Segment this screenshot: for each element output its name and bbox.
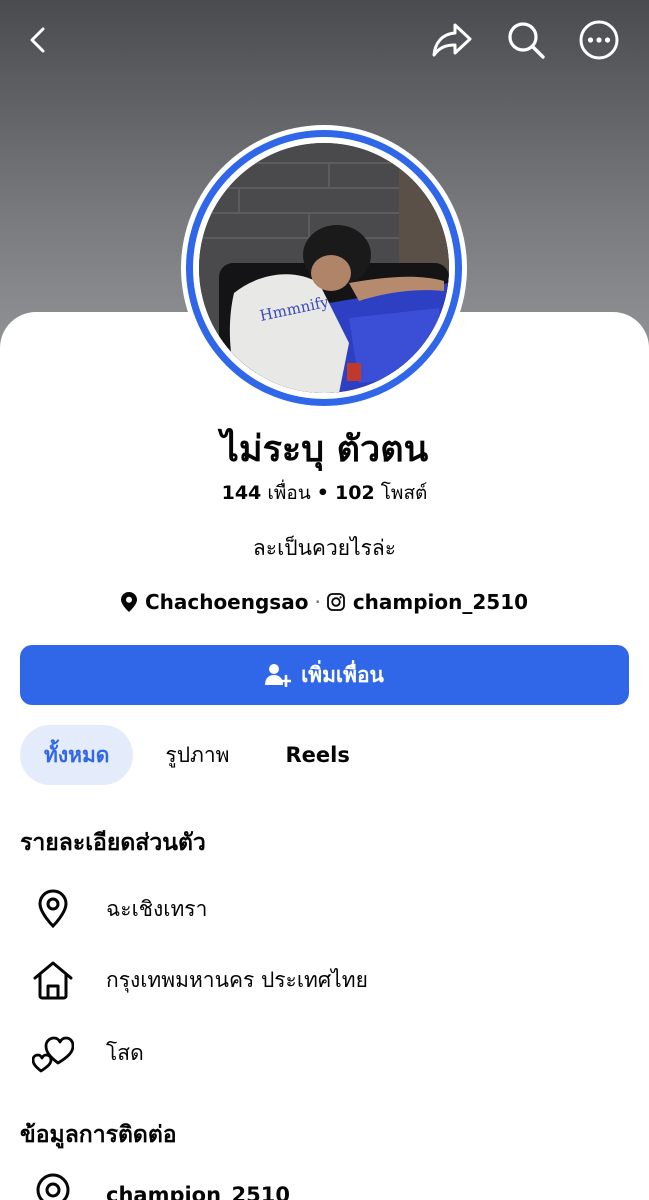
instagram-handle[interactable]: champion_2510 [353,590,528,614]
personal-details-title: รายละเอียดส่วนตัว [20,830,206,856]
avatar-photo: Hmmnify [199,143,449,393]
profile-meta: Chachoengsao · champion_2510 [0,590,649,614]
location-pin-icon [120,592,137,612]
profile-bio: ละเป็นควยไรล่ะ [252,536,397,560]
profile-picture[interactable]: Hmmnify [181,125,467,411]
meta-separator: · [314,590,321,614]
detail-row-relationship: โสด [30,1028,630,1078]
chevron-left-icon [30,27,45,53]
tab-all[interactable]: ทั้งหมด [20,725,134,785]
profile-name: ไม่ระบุ ตัวตน [220,429,429,470]
home-icon [33,961,73,1000]
location-pin-icon [38,889,68,929]
contact-info-title: ข้อมูลการติดต่อ [20,1122,177,1148]
back-button[interactable] [16,18,60,62]
share-button[interactable] [430,18,474,62]
more-horizontal-icon [579,20,619,60]
tab-reels[interactable]: Reels [262,725,374,785]
tab-photos[interactable]: รูปภาพ [141,725,253,785]
add-friend-label: เพิ่มเพื่อน [301,662,384,687]
more-button[interactable] [577,18,621,62]
contact-instagram-text[interactable]: champion_2510 [106,1183,290,1200]
detail-row-hometown: กรุงเทพมหานคร ประเทศไทย [30,955,630,1005]
story-ring: Hmmnify [186,130,462,406]
friends-count[interactable]: 144 [222,482,262,504]
search-button[interactable] [504,18,548,62]
search-icon [508,22,545,59]
posts-label: โพสต์ [380,482,428,504]
add-friend-button[interactable]: เพิ่มเพื่อน [20,645,629,705]
detail-location-text: ฉะเชิงเทรา [106,896,208,921]
detail-row-location: ฉะเชิงเทรา [30,884,630,934]
detail-relationship-text: โสด [106,1040,144,1065]
friends-label[interactable]: เพื่อน [267,482,310,504]
instagram-icon [326,593,345,611]
location-text[interactable]: Chachoengsao [145,590,309,614]
detail-hometown-text: กรุงเทพมหานคร ประเทศไทย [106,967,368,992]
profile-tabs: ทั้งหมด รูปภาพ Reels [20,725,382,785]
add-friend-icon [265,664,292,687]
profile-stats: 144 เพื่อน • 102 โพสต์ [0,478,649,508]
stats-separator: • [316,482,329,504]
share-icon [432,23,472,57]
hearts-icon [32,1036,74,1073]
avatar: Hmmnify [199,143,449,393]
top-bar [0,0,649,80]
posts-count: 102 [335,482,375,504]
contact-row-instagram[interactable]: champion_2510 [30,1172,290,1200]
instagram-icon [36,1173,70,1200]
